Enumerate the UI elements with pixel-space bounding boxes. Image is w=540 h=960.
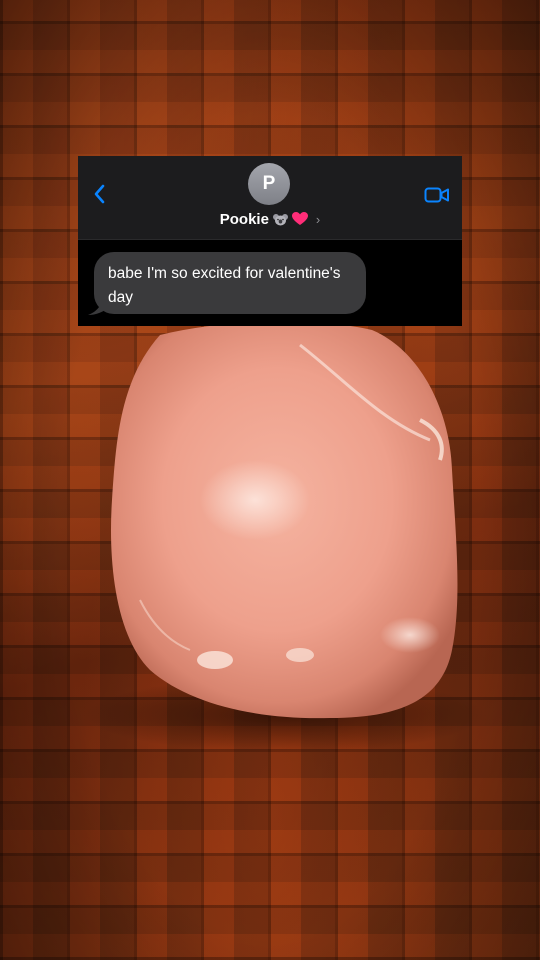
video-camera-icon[interactable]	[424, 186, 450, 204]
message-text: babe I'm so excited for valentine's day	[108, 265, 341, 306]
incoming-message-bubble[interactable]: babe I'm so excited for valentine's day	[94, 252, 366, 314]
vignette-overlay	[0, 0, 540, 960]
avatar-initial: P	[262, 173, 276, 194]
koala-emoji-icon	[272, 213, 288, 225]
pink-heart-emoji-icon	[291, 212, 308, 225]
contact-name: Pookie	[219, 210, 269, 228]
chevron-right-icon: ›	[315, 211, 321, 227]
contact-avatar[interactable]: P	[248, 163, 290, 205]
message-screenshot: P Pookie › babe I'm so excited for valen…	[78, 156, 462, 326]
chevron-left-icon[interactable]	[92, 184, 108, 204]
chat-header: P Pookie ›	[78, 156, 462, 240]
contact-name-row[interactable]: Pookie ›	[78, 208, 462, 230]
